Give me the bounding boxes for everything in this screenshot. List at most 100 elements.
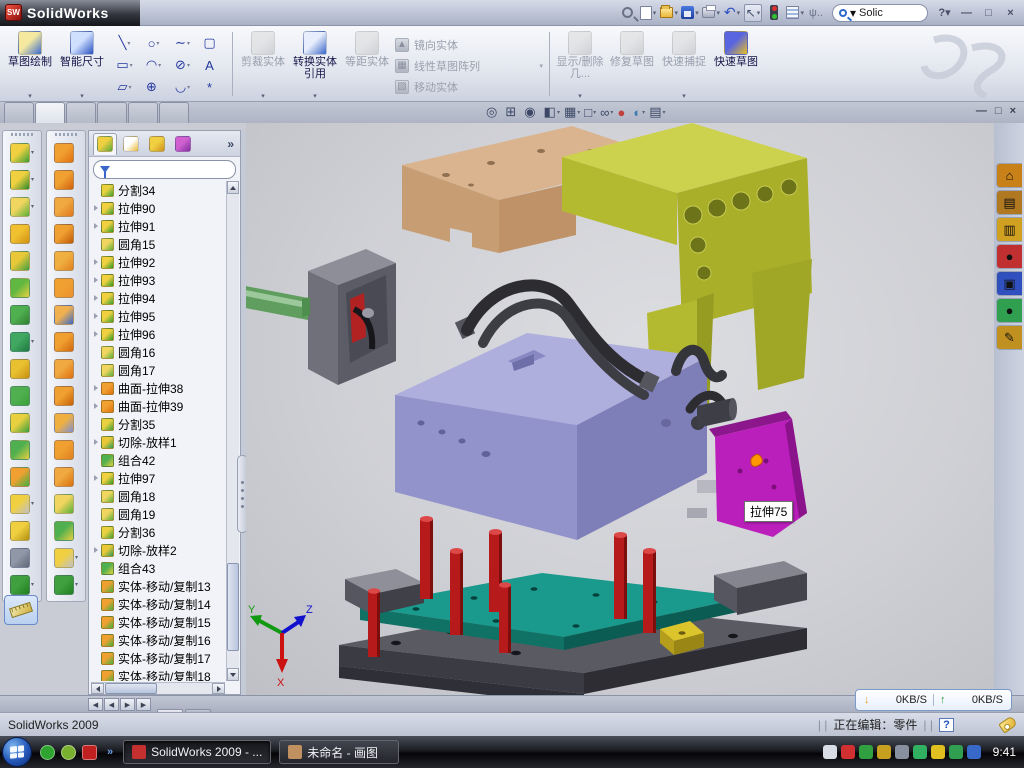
tray-icon-volume[interactable] (895, 745, 909, 759)
tray-icon-certificate-badge[interactable] (877, 745, 891, 759)
feature-tree-item[interactable]: 实体-移动/复制16 (91, 631, 225, 649)
panel-tab-featuremanager[interactable] (93, 133, 117, 155)
toolbar-button-planar-surface[interactable]: ▾ (47, 274, 85, 301)
taskbar-button-paint-window[interactable]: 未命名 - 画图 (279, 740, 399, 764)
entity-tool-linear-sketch-pattern[interactable]: ▦ 线性草图阵列 ▾ (395, 55, 543, 76)
feature-tree-item[interactable]: 拉伸95 (91, 307, 225, 325)
menu-item[interactable] (176, 10, 196, 16)
command-button-trim-entities[interactable]: 剪裁实体 ▾ (237, 30, 289, 100)
toolbar-button-extruded-surface[interactable]: ▾ (47, 193, 85, 220)
command-tab-sketch[interactable] (35, 102, 65, 123)
task-pane-tab-appearances-scenes[interactable]: ● (996, 298, 1022, 323)
hscroll-thumb[interactable] (105, 683, 157, 694)
headsup-button-zoom-area[interactable]: ⊞▾ (505, 104, 520, 120)
measure-tool-button[interactable] (4, 595, 38, 625)
feature-tree-item[interactable]: 组合43 (91, 559, 225, 577)
nav-button-prev[interactable]: ◀ (104, 698, 119, 711)
toolbar-button-extend-surface[interactable]: ▾ (47, 463, 85, 490)
expand-arrow-icon[interactable] (91, 475, 101, 481)
menu-item[interactable] (220, 10, 240, 16)
sketch-entity-button-slot[interactable]: ▱▾ (110, 76, 139, 98)
sketch-entity-button-point[interactable]: *▾ (197, 76, 226, 98)
feature-tree-item[interactable]: 实体-移动/复制14 (91, 595, 225, 613)
scroll-right-arrow[interactable] (212, 683, 225, 694)
feature-tree-item[interactable]: 圆角18 (91, 487, 225, 505)
tray-icon-security-alert[interactable] (841, 745, 855, 759)
minimize-button[interactable]: — (957, 5, 976, 21)
sketch-entity-button-box-select[interactable]: ▢▾ (197, 32, 226, 54)
taskbar-button-solidworks-window[interactable]: SolidWorks 2009 - ... (123, 740, 271, 764)
nav-button-last[interactable]: ▶ (136, 698, 151, 711)
panel-tab-configurationmanager[interactable] (145, 133, 169, 155)
command-button-offset-entities[interactable]: 等距实体 ▾ (341, 30, 393, 100)
toolbar-button-fillet-surface[interactable]: ▾ (47, 490, 85, 517)
pin-icon[interactable] (618, 4, 636, 22)
feature-tree-item[interactable]: 拉伸92 (91, 253, 225, 271)
task-pane-tab-file-explorer[interactable]: ▥ (996, 217, 1022, 242)
command-button-quick-snaps[interactable]: 快速捕捉 ▾ (658, 30, 710, 100)
sketch-entity-button-text[interactable]: A▾ (197, 54, 226, 76)
expand-arrow-icon[interactable] (91, 547, 101, 553)
menu-item[interactable] (264, 10, 284, 16)
quick-launch-icon-messenger[interactable] (40, 745, 55, 760)
feature-tree-item[interactable]: 曲面-拉伸38 (91, 379, 225, 397)
expand-arrow-icon[interactable] (91, 277, 101, 283)
options-button[interactable]: ▾ (786, 4, 804, 22)
toolbar-button-rib[interactable]: ▾ (3, 355, 41, 382)
entity-tool-move-entities[interactable]: ▧ 移动实体 ▾ (395, 76, 543, 97)
headsup-button-hide-show-items[interactable]: ∞▾ (600, 105, 613, 120)
menu-item[interactable] (242, 10, 262, 16)
quick-launch-icon-solidworks-launcher[interactable] (82, 745, 97, 760)
command-tab-dimxpert[interactable] (159, 102, 189, 123)
command-button-rapid-sketch[interactable]: 快速草图 ▾ (710, 30, 762, 100)
headsup-button-zoom-fit[interactable]: ◎▾ (486, 104, 501, 120)
tray-icon-health-monitor[interactable] (949, 745, 963, 759)
headsup-button-zoom-selection[interactable]: ◉▾ (524, 104, 539, 120)
toolbar-button-untrim-surface[interactable]: ▾ (47, 436, 85, 463)
nav-button-first[interactable]: ◀ (88, 698, 103, 711)
doc-close-button[interactable]: × (1010, 105, 1016, 117)
rebuild-icon[interactable] (765, 4, 783, 22)
command-button-smart-dimension[interactable]: 智能尺寸 ▾ (56, 30, 108, 100)
panel-tab-propertymanager[interactable] (119, 133, 143, 155)
tray-icon-network-status[interactable] (913, 745, 927, 759)
menu-item[interactable] (198, 10, 218, 16)
sketch-entity-button-arc[interactable]: ◠▾ (139, 54, 168, 76)
feature-tree-item[interactable]: 实体-移动/复制15 (91, 613, 225, 631)
task-pane-tab-custom-properties[interactable]: ✎ (996, 325, 1022, 350)
sketch-entity-button-sketch-fillet[interactable]: ◡▾ (168, 76, 197, 98)
feature-tree-item[interactable]: 分割34 (91, 181, 225, 199)
feature-tree-item[interactable]: 实体-移动/复制18 (91, 667, 225, 681)
sketch-entity-button-polygon[interactable]: ⊕▾ (139, 76, 168, 98)
scroll-down-arrow[interactable] (227, 668, 239, 681)
feature-tree-item[interactable]: 拉伸93 (91, 271, 225, 289)
command-button-sketch[interactable]: 草图绘制 ▾ (4, 30, 56, 100)
sketch-entity-button-spline[interactable]: ∼▾ (168, 32, 197, 54)
toolbar-button-reference-geometry[interactable]: ▾ (3, 544, 41, 571)
scroll-left-arrow[interactable] (91, 683, 104, 694)
feature-tree-item[interactable]: 圆角16 (91, 343, 225, 361)
toolbar-button-draft[interactable]: ▾ (3, 301, 41, 328)
toolbar-button-lofted-surface[interactable]: ▾ (47, 247, 85, 274)
feature-tree-item[interactable]: 拉伸91 (91, 217, 225, 235)
toolbar-button-lofted-boss[interactable]: ▾ (3, 247, 41, 274)
feature-tree-item[interactable]: 实体-移动/复制17 (91, 649, 225, 667)
panel-tab-dimxpertmanager[interactable] (171, 133, 195, 155)
menu-item[interactable] (286, 10, 306, 16)
feature-tree-item[interactable]: 圆角17 (91, 361, 225, 379)
headsup-button-view-orientation[interactable]: ▦▾ (564, 104, 580, 120)
doc-restore-button[interactable]: □ (995, 105, 1002, 117)
quick-launch-icon-media[interactable] (61, 745, 76, 760)
graphics-viewport[interactable]: Y Z X 拉伸75 (246, 123, 994, 695)
feature-tree-item[interactable]: 分割36 (91, 523, 225, 541)
toolbar-button-swept-boss[interactable]: ▾ (3, 274, 41, 301)
network-speed-widget[interactable]: ↓ 0KB/S ↑ 0KB/S (855, 689, 1012, 711)
toolbar-button-split[interactable]: ▾ (3, 409, 41, 436)
sketch-entity-button-circle[interactable]: ○▾ (139, 32, 168, 54)
open-button[interactable]: ▾ (660, 4, 678, 22)
tray-icon-warning[interactable] (931, 745, 945, 759)
toolbar-button-extruded-cut[interactable]: ▾ (3, 166, 41, 193)
new-document-button[interactable]: ▾ (639, 4, 657, 22)
tray-icon-blocked-updates[interactable] (967, 745, 981, 759)
tree-horizontal-scrollbar[interactable] (91, 682, 225, 694)
